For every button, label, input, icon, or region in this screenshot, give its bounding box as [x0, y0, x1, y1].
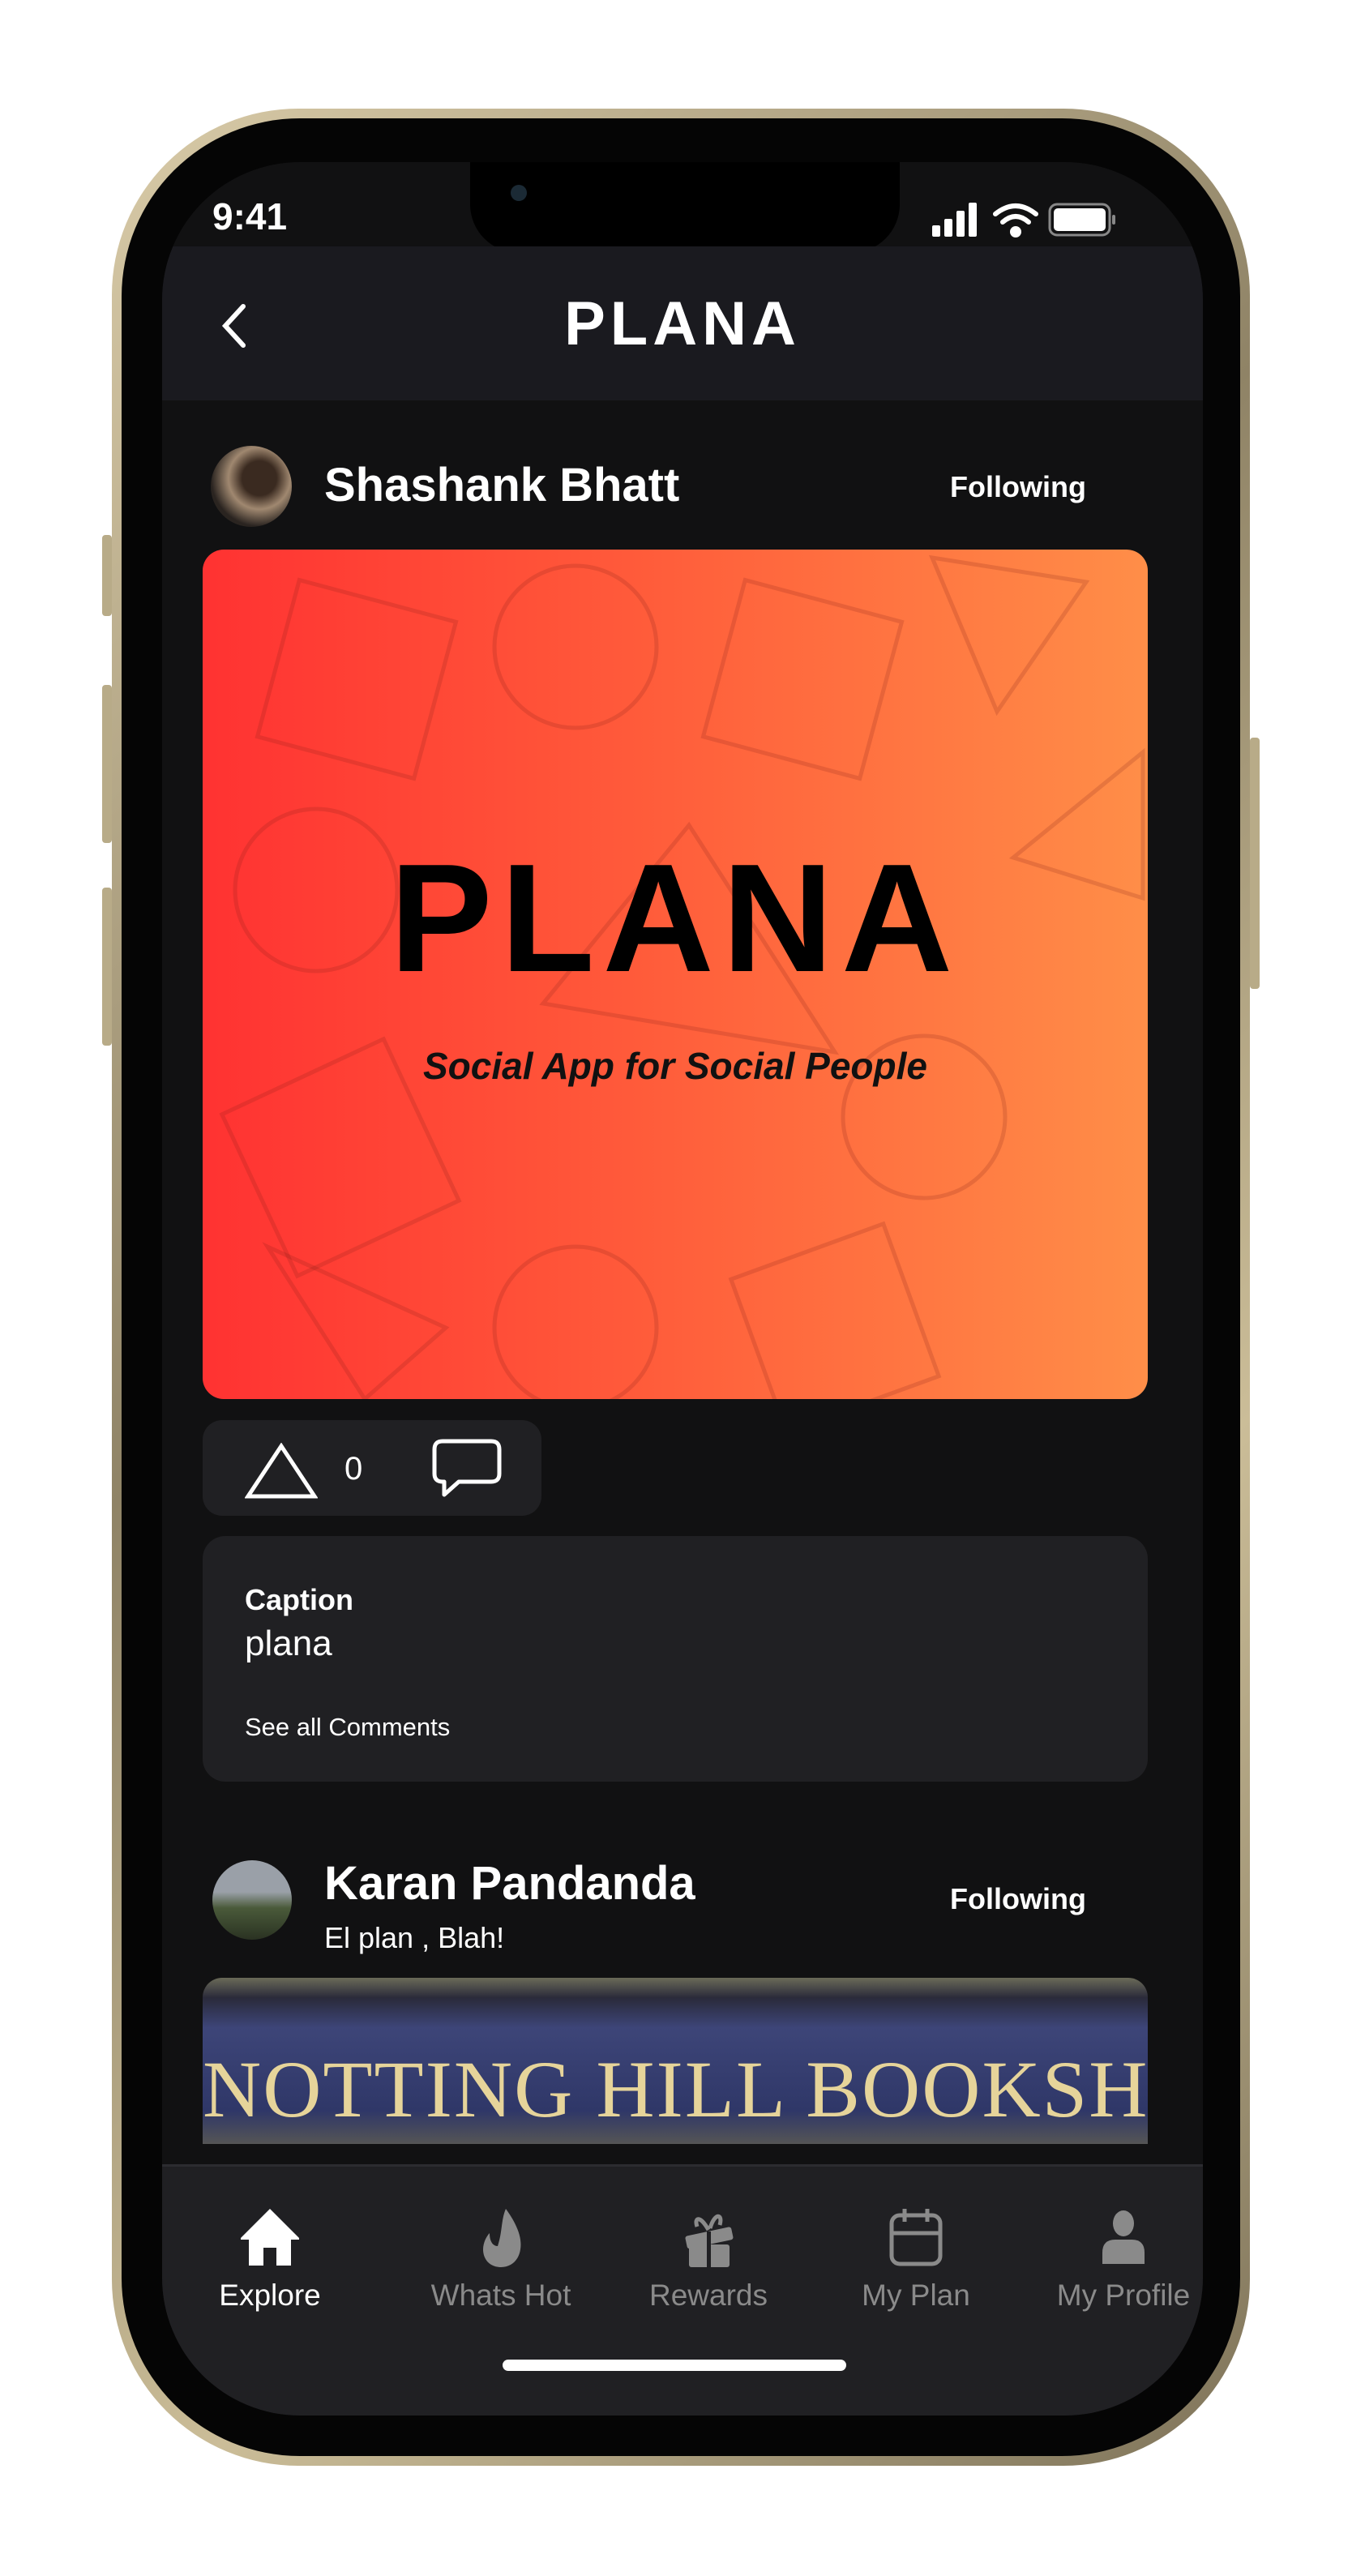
camera-icon — [511, 185, 527, 201]
caption-text: plana — [245, 1624, 332, 1663]
tab-bar: Explore Whats Hot Rewards My Plan My Pro… — [162, 2164, 1203, 2416]
nav-header: PLANA — [162, 246, 1203, 400]
tab-label: Whats Hot — [430, 2279, 571, 2312]
caption-label: Caption — [245, 1583, 353, 1616]
status-icons — [932, 203, 1115, 237]
like-count: 0 — [344, 1451, 363, 1487]
bookshop-sign-text: NOTTING HILL BOOKSHOP — [203, 2044, 1148, 2134]
tab-whats-hot[interactable]: Whats Hot — [397, 2207, 605, 2313]
tab-label: My Profile — [1056, 2279, 1191, 2312]
mute-switch — [102, 535, 112, 616]
post-actions: 0 — [203, 1420, 541, 1516]
tab-label: Explore — [219, 2279, 321, 2312]
flame-icon — [483, 2209, 521, 2267]
post-image[interactable]: PLANA Social App for Social People — [203, 550, 1148, 1399]
volume-up-button — [102, 685, 112, 843]
tab-label: My Plan — [862, 2279, 970, 2312]
tagline: Social App for Social People — [423, 1045, 927, 1087]
status-time: 9:41 — [212, 195, 288, 237]
tab-rewards[interactable]: Rewards — [605, 2207, 812, 2313]
notch — [470, 162, 900, 253]
person-icon — [1102, 2210, 1145, 2264]
gift-icon — [685, 2214, 734, 2267]
comment-button[interactable] — [431, 1438, 504, 1500]
wifi-icon — [993, 203, 1038, 237]
see-all-comments-link[interactable]: See all Comments — [245, 1713, 450, 1742]
author-name[interactable]: Shashank Bhatt — [324, 458, 679, 512]
author-name[interactable]: Karan Pandanda — [324, 1856, 695, 1911]
volume-down-button — [102, 888, 112, 1046]
battery-icon — [1048, 203, 1115, 237]
tab-my-plan[interactable]: My Plan — [812, 2207, 1020, 2313]
following-button[interactable]: Following — [950, 470, 1086, 504]
screen: 9:41 PLANA Shashank Bhatt Following PLAN… — [162, 162, 1203, 2416]
signal-icon — [932, 203, 977, 237]
app-logo: PLANA — [564, 289, 801, 358]
home-indicator[interactable] — [503, 2360, 846, 2371]
tab-my-profile[interactable]: My Profile — [1020, 2207, 1203, 2313]
home-icon — [241, 2209, 299, 2266]
power-button — [1250, 738, 1260, 989]
plana-logo: PLANA — [389, 832, 961, 1004]
author-avatar[interactable] — [212, 1860, 292, 1940]
following-button[interactable]: Following — [950, 1882, 1086, 1916]
tab-explore[interactable]: Explore — [162, 2207, 426, 2313]
upvote-button[interactable] — [245, 1443, 318, 1500]
calendar-icon — [889, 2209, 943, 2266]
post-subtitle: El plan , Blah! — [324, 1921, 505, 1954]
caption-card: Caption plana See all Comments — [203, 1536, 1148, 1782]
post-image[interactable]: NOTTING HILL BOOKSHOP — [203, 1978, 1148, 2144]
tab-label: Rewards — [649, 2279, 768, 2312]
author-avatar[interactable] — [211, 446, 292, 527]
